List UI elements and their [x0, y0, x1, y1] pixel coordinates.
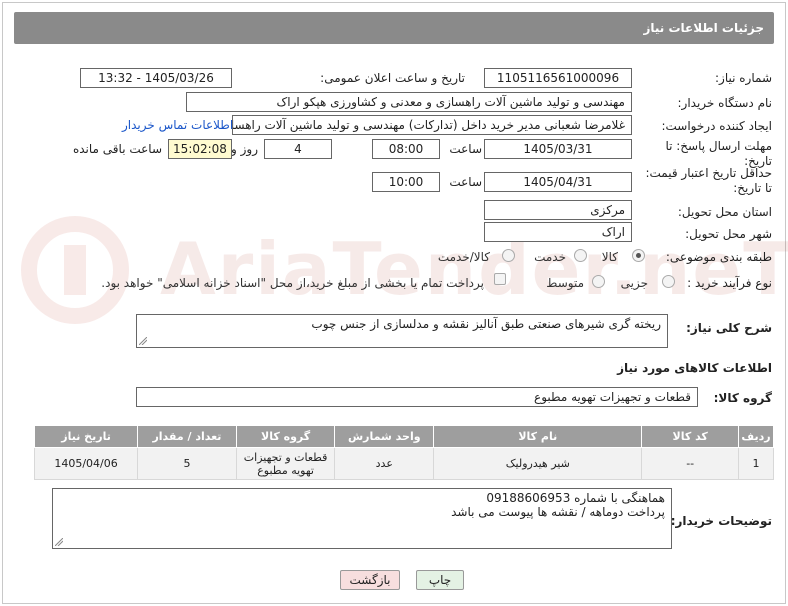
price-validity-time-label: ساعت: [449, 175, 482, 189]
buyer-notes-label: توضیحات خریدار:: [670, 514, 772, 528]
need-number-label: شماره نیاز:: [715, 71, 772, 85]
col-header-quantity: تعداد / مقدار: [137, 425, 237, 448]
city-label: شهر محل تحویل:: [685, 227, 772, 241]
buyer-notes-textarea[interactable]: هماهنگی با شماره 09188606953 پرداخت دوما…: [52, 488, 672, 549]
process-option-minor: جزیی: [620, 276, 648, 290]
category-radio-goods[interactable]: [632, 249, 645, 262]
table-row[interactable]: 1 -- شیر هیدرولیک عدد قطعات و تجهیزات ته…: [33, 447, 775, 480]
buyer-label: نام دستگاه خریدار:: [677, 96, 773, 110]
goods-group-label: گروه کالا:: [713, 391, 772, 405]
process-radio-medium[interactable]: [592, 275, 605, 288]
cell-need-date: 1405/04/06: [33, 447, 139, 480]
deadline-date-field[interactable]: 1405/03/31: [484, 139, 632, 159]
col-header-code: کد کالا: [641, 425, 739, 448]
requester-label: ایجاد کننده درخواست:: [661, 119, 772, 133]
deadline-time-label: ساعت: [449, 142, 482, 156]
back-button[interactable]: بازگشت: [340, 570, 400, 590]
deadline-label: مهلت ارسال پاسخ: تا تاریخ:: [665, 139, 772, 169]
category-label: طبقه بندی موضوعی:: [665, 250, 772, 264]
announce-label: تاریخ و ساعت اعلان عمومی:: [320, 71, 465, 85]
col-header-need-date: تاریخ نیاز: [33, 425, 139, 448]
cell-code: --: [641, 447, 739, 480]
province-field[interactable]: مرکزی: [484, 200, 632, 220]
cell-unit: عدد: [334, 447, 435, 480]
treasury-payment-note: پرداخت تمام یا بخشی از مبلغ خرید،از محل …: [101, 276, 484, 290]
items-table: ردیف کد کالا نام کالا واحد شمارش گروه کا…: [33, 425, 775, 480]
col-header-row-number: ردیف: [737, 425, 775, 448]
buyer-field[interactable]: مهندسی و تولید ماشین آلات راهسازی و معدن…: [186, 92, 632, 112]
buyer-notes-line2: پرداخت دوماهه / نقشه ها پیوست می باشد: [451, 505, 665, 519]
announce-field[interactable]: 1405/03/26 - 13:32: [80, 68, 232, 88]
col-header-group: گروه کالا: [235, 425, 336, 448]
col-header-unit: واحد شمارش: [334, 425, 435, 448]
description-text: ریخته گری شیرهای صنعتی طبق آنالیز نقشه و…: [311, 317, 661, 331]
cell-row-number: 1: [737, 447, 775, 480]
price-validity-time-field[interactable]: 10:00: [372, 172, 440, 192]
category-radio-goods-service[interactable]: [502, 249, 515, 262]
price-validity-label-line1: حداقل تاریخ اعتبار قیمت:: [645, 166, 772, 180]
category-option-goods: کالا: [601, 250, 618, 264]
price-validity-date-field[interactable]: 1405/04/31: [484, 172, 632, 192]
col-header-name: نام کالا: [433, 425, 643, 448]
table-header-row: ردیف کد کالا نام کالا واحد شمارش گروه کا…: [33, 425, 775, 448]
city-field[interactable]: اراک: [484, 222, 632, 242]
requester-field[interactable]: غلامرضا شعبانی مدیر خرید داخل (تدارکات) …: [232, 115, 632, 135]
description-textarea[interactable]: ریخته گری شیرهای صنعتی طبق آنالیز نقشه و…: [136, 314, 668, 348]
remaining-time-label: ساعت باقی مانده: [72, 142, 162, 156]
process-label: نوع فرآیند خرید :: [687, 276, 772, 290]
category-option-service: خدمت: [534, 250, 566, 264]
remaining-time-field: 15:02:08: [168, 139, 232, 159]
page-title: جزئیات اطلاعات نیاز: [14, 12, 774, 44]
process-option-medium: متوسط: [546, 276, 584, 290]
price-validity-label: حداقل تاریخ اعتبار قیمت: تا تاریخ:: [645, 166, 772, 196]
process-radio-minor[interactable]: [662, 275, 675, 288]
deadline-label-line1: مهلت ارسال پاسخ: تا: [665, 139, 772, 153]
deadline-time-field[interactable]: 08:00: [372, 139, 440, 159]
goods-group-field[interactable]: قطعات و تجهیزات تهویه مطبوع: [136, 387, 698, 407]
description-label: شرح کلی نیاز:: [686, 321, 772, 335]
province-label: استان محل تحویل:: [677, 205, 772, 219]
buyer-contact-link[interactable]: اطلاعات تماس خریدار: [122, 118, 233, 132]
price-validity-label-line2: تا تاریخ:: [733, 181, 772, 195]
cell-quantity: 5: [137, 447, 237, 480]
cell-name: شیر هیدرولیک: [433, 447, 643, 480]
print-button[interactable]: چاپ: [416, 570, 464, 590]
remaining-days-label: روز و: [231, 142, 258, 156]
treasury-checkbox[interactable]: [494, 273, 506, 285]
items-section-title: اطلاعات کالاهای مورد نیاز: [617, 361, 772, 375]
cell-group: قطعات و تجهیزات تهویه مطبوع: [235, 447, 336, 480]
category-radio-service[interactable]: [574, 249, 587, 262]
need-number-field[interactable]: 1105116561000096: [484, 68, 632, 88]
remaining-days-field[interactable]: 4: [264, 139, 332, 159]
category-option-goods-service: کالا/خدمت: [437, 250, 490, 264]
resize-grip-icon[interactable]: [55, 538, 63, 546]
buyer-notes-line1: هماهنگی با شماره 09188606953: [486, 491, 665, 505]
resize-grip-icon[interactable]: [139, 337, 147, 345]
